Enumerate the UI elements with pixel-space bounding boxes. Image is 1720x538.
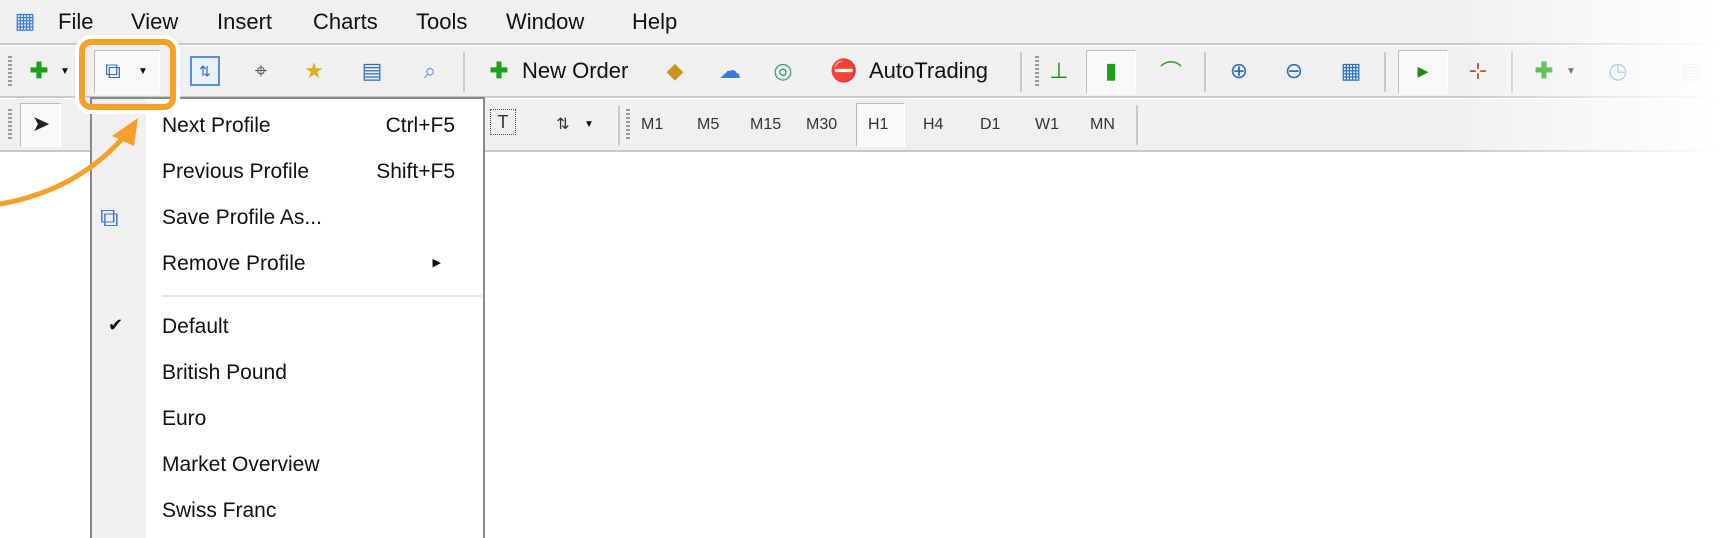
submenu-arrow-icon: ▶ <box>432 257 441 269</box>
timeframe-d1[interactable]: D1 <box>980 116 1000 134</box>
divider <box>618 105 620 145</box>
menu-item-shortcut: Ctrl+F5 <box>385 114 455 137</box>
zoom-in-icon[interactable]: ⊕ <box>1224 56 1254 86</box>
new-chart-icon[interactable]: ✚ <box>24 56 54 86</box>
tile-windows-icon[interactable]: ▦ <box>1336 56 1366 86</box>
arrows-icon[interactable]: ⇅ <box>548 109 578 139</box>
menu-item-profile-euro[interactable]: Euro <box>92 397 483 441</box>
menu-charts[interactable]: Charts <box>313 9 378 35</box>
timeframe-h4[interactable]: H4 <box>923 116 943 134</box>
menu-item-label: British Pound <box>162 361 287 384</box>
menu-item-label: Remove Profile <box>162 252 306 275</box>
timeframe-w1[interactable]: W1 <box>1035 116 1059 134</box>
menu-view[interactable]: View <box>131 9 178 35</box>
divider <box>1136 105 1138 145</box>
signals-icon[interactable]: ◎ <box>768 56 798 86</box>
menu-item-label: Euro <box>162 407 207 430</box>
timeframe-m15[interactable]: M15 <box>750 116 781 134</box>
vps-icon[interactable]: ☁ <box>715 56 745 86</box>
candlestick-icon: ▮ <box>1104 58 1118 83</box>
menu-item-label: Previous Profile <box>162 160 310 183</box>
toolbar-grip[interactable] <box>1035 56 1039 88</box>
edge-fade <box>1460 0 1720 152</box>
menu-window[interactable]: Window <box>506 9 584 35</box>
menu-separator <box>162 295 482 297</box>
menu-item-profile-default[interactable]: ✔ Default <box>92 305 483 349</box>
divider <box>1384 52 1386 92</box>
navigator-icon[interactable]: ★ <box>299 56 329 86</box>
autotrading-button[interactable]: AutoTrading <box>869 58 988 84</box>
market-watch-icon[interactable]: ⇅ <box>190 56 220 86</box>
text-label-icon[interactable]: T <box>490 109 516 135</box>
pointer-arrow <box>0 118 138 207</box>
timeframe-mn[interactable]: MN <box>1090 116 1115 134</box>
menu-item-label: Default <box>162 315 229 338</box>
menu-item-profile-swiss-franc[interactable]: Swiss Franc <box>92 489 483 533</box>
autoscroll-icon: ▸ <box>1417 58 1429 83</box>
menu-help[interactable]: Help <box>632 9 677 35</box>
line-chart-icon[interactable]: ⌒ <box>1156 56 1186 86</box>
autotrading-icon[interactable]: ⛔ <box>829 56 859 86</box>
zoom-out-icon[interactable]: ⊖ <box>1279 56 1309 86</box>
divider <box>463 52 465 92</box>
menu-item-shortcut: Shift+F5 <box>376 160 455 183</box>
crosshair-icon[interactable]: ⌖ <box>246 56 276 86</box>
new-order-icon[interactable]: ✚ <box>484 56 514 86</box>
timeframe-m1[interactable]: M1 <box>641 116 663 134</box>
menu-file[interactable]: File <box>58 9 93 35</box>
strategy-tester-icon[interactable]: ⌕ <box>415 56 445 86</box>
app-icon: ▦ <box>14 8 36 33</box>
chevron-down-icon[interactable]: ▼ <box>60 66 70 77</box>
timeframe-m30[interactable]: M30 <box>806 116 837 134</box>
menu-item-label: Next Profile <box>162 114 271 137</box>
terminal-icon[interactable]: ▤ <box>357 56 387 86</box>
toolbar-grip[interactable] <box>8 56 12 88</box>
menu-item-label: Market Overview <box>162 453 320 476</box>
menu-tools[interactable]: Tools <box>416 9 467 35</box>
bar-chart-icon[interactable]: ⊥ <box>1044 56 1074 86</box>
menu-item-label: Swiss Franc <box>162 499 277 522</box>
checkmark-icon: ✔ <box>108 315 124 335</box>
menu-item-remove-profile[interactable]: Remove Profile ▶ <box>92 242 483 286</box>
timeframe-h1[interactable]: H1 <box>868 116 888 134</box>
menu-item-profile-market-overview[interactable]: Market Overview <box>92 443 483 487</box>
new-order-button[interactable]: New Order <box>522 58 628 84</box>
timeframe-m5[interactable]: M5 <box>697 116 719 134</box>
menu-item-label: Save Profile As... <box>162 206 322 229</box>
metaeditor-icon[interactable]: ◆ <box>660 56 690 86</box>
toolbar-grip[interactable] <box>626 109 630 141</box>
menu-item-profile-british-pound[interactable]: British Pound <box>92 351 483 395</box>
divider <box>1020 52 1022 92</box>
menu-insert[interactable]: Insert <box>217 9 272 35</box>
divider <box>1204 52 1206 92</box>
chevron-down-icon[interactable]: ▼ <box>584 119 594 130</box>
